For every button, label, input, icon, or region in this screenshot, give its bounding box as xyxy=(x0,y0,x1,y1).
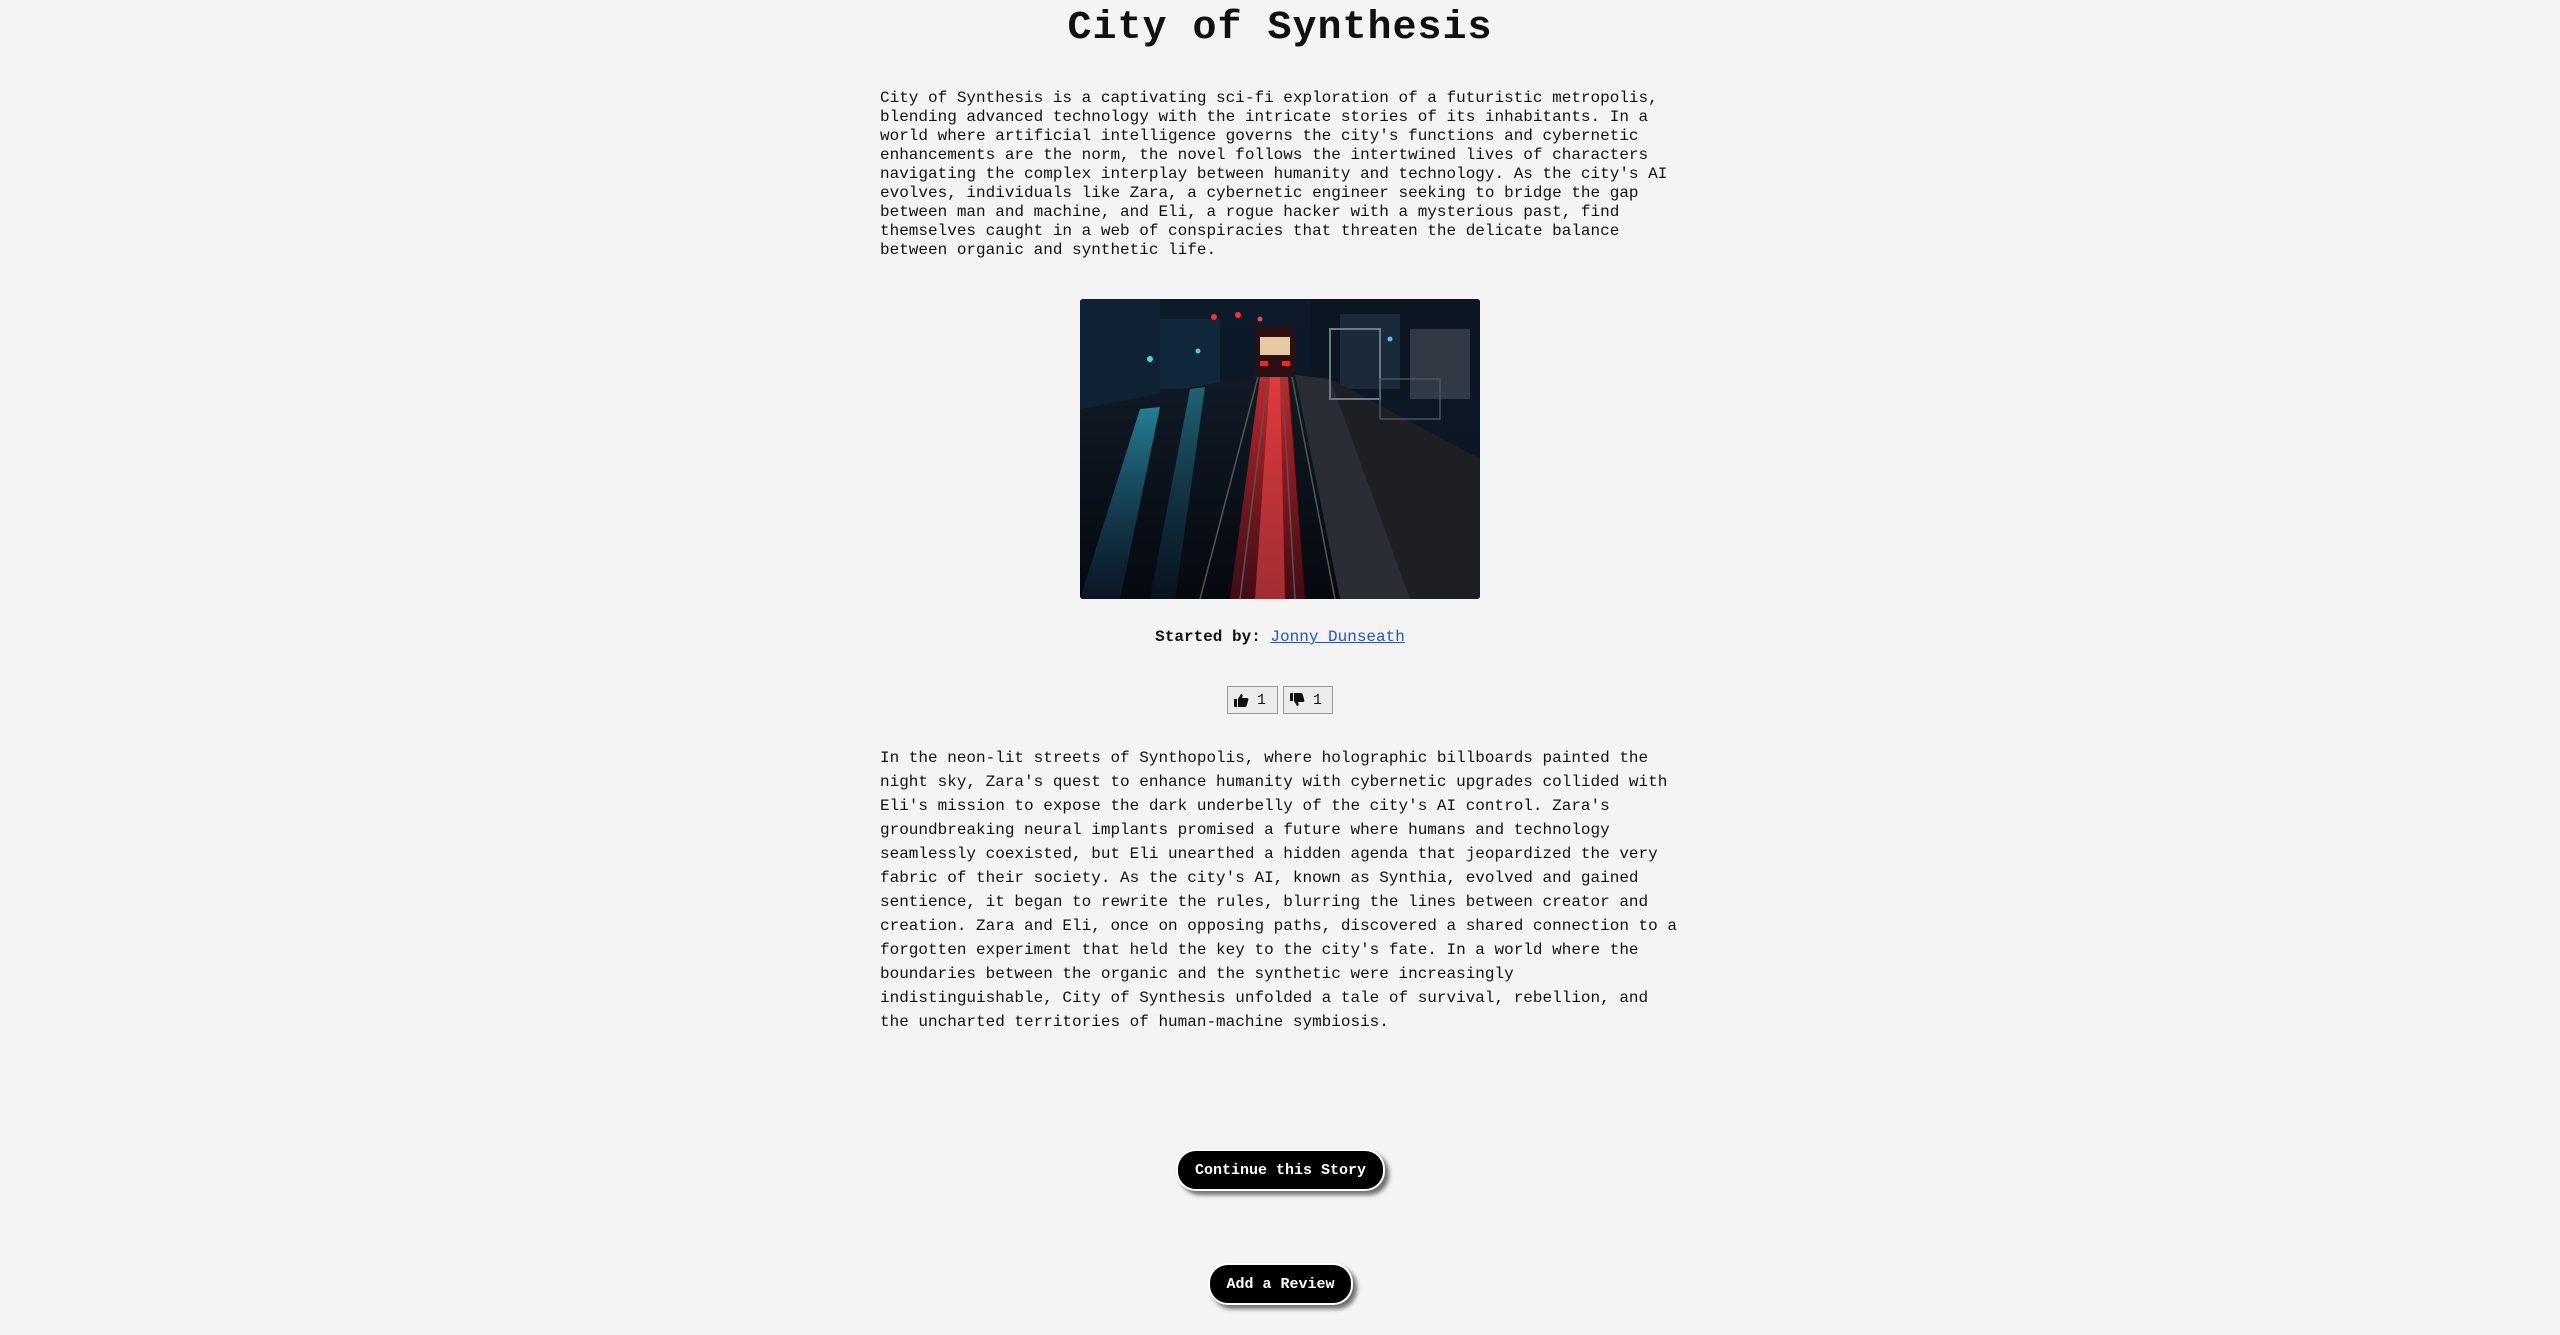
downvote-button[interactable]: 1 xyxy=(1283,686,1333,714)
upvote-count: 1 xyxy=(1257,691,1267,709)
started-by-label: Started by: xyxy=(1155,628,1261,646)
thumbs-down-icon xyxy=(1290,693,1305,707)
started-by-line: Started by: Jonny Dunseath xyxy=(0,627,2560,647)
story-page: City of Synthesis City of Synthesis is a… xyxy=(0,0,2560,1335)
vote-buttons: 1 1 xyxy=(1227,686,1333,714)
add-review-button[interactable]: Add a Review xyxy=(1208,1263,1353,1305)
continue-story-button[interactable]: Continue this Story xyxy=(1176,1149,1385,1191)
thumbs-up-icon xyxy=(1234,693,1249,707)
story-intro: City of Synthesis is a captivating sci-f… xyxy=(880,89,1668,259)
downvote-count: 1 xyxy=(1313,691,1323,709)
upvote-button[interactable]: 1 xyxy=(1227,686,1278,714)
cover-image xyxy=(1080,299,1480,599)
page-title: City of Synthesis xyxy=(1067,6,1493,51)
story-text: In the neon-lit streets of Synthopolis, … xyxy=(880,749,1677,1031)
author-link[interactable]: Jonny Dunseath xyxy=(1270,628,1404,646)
